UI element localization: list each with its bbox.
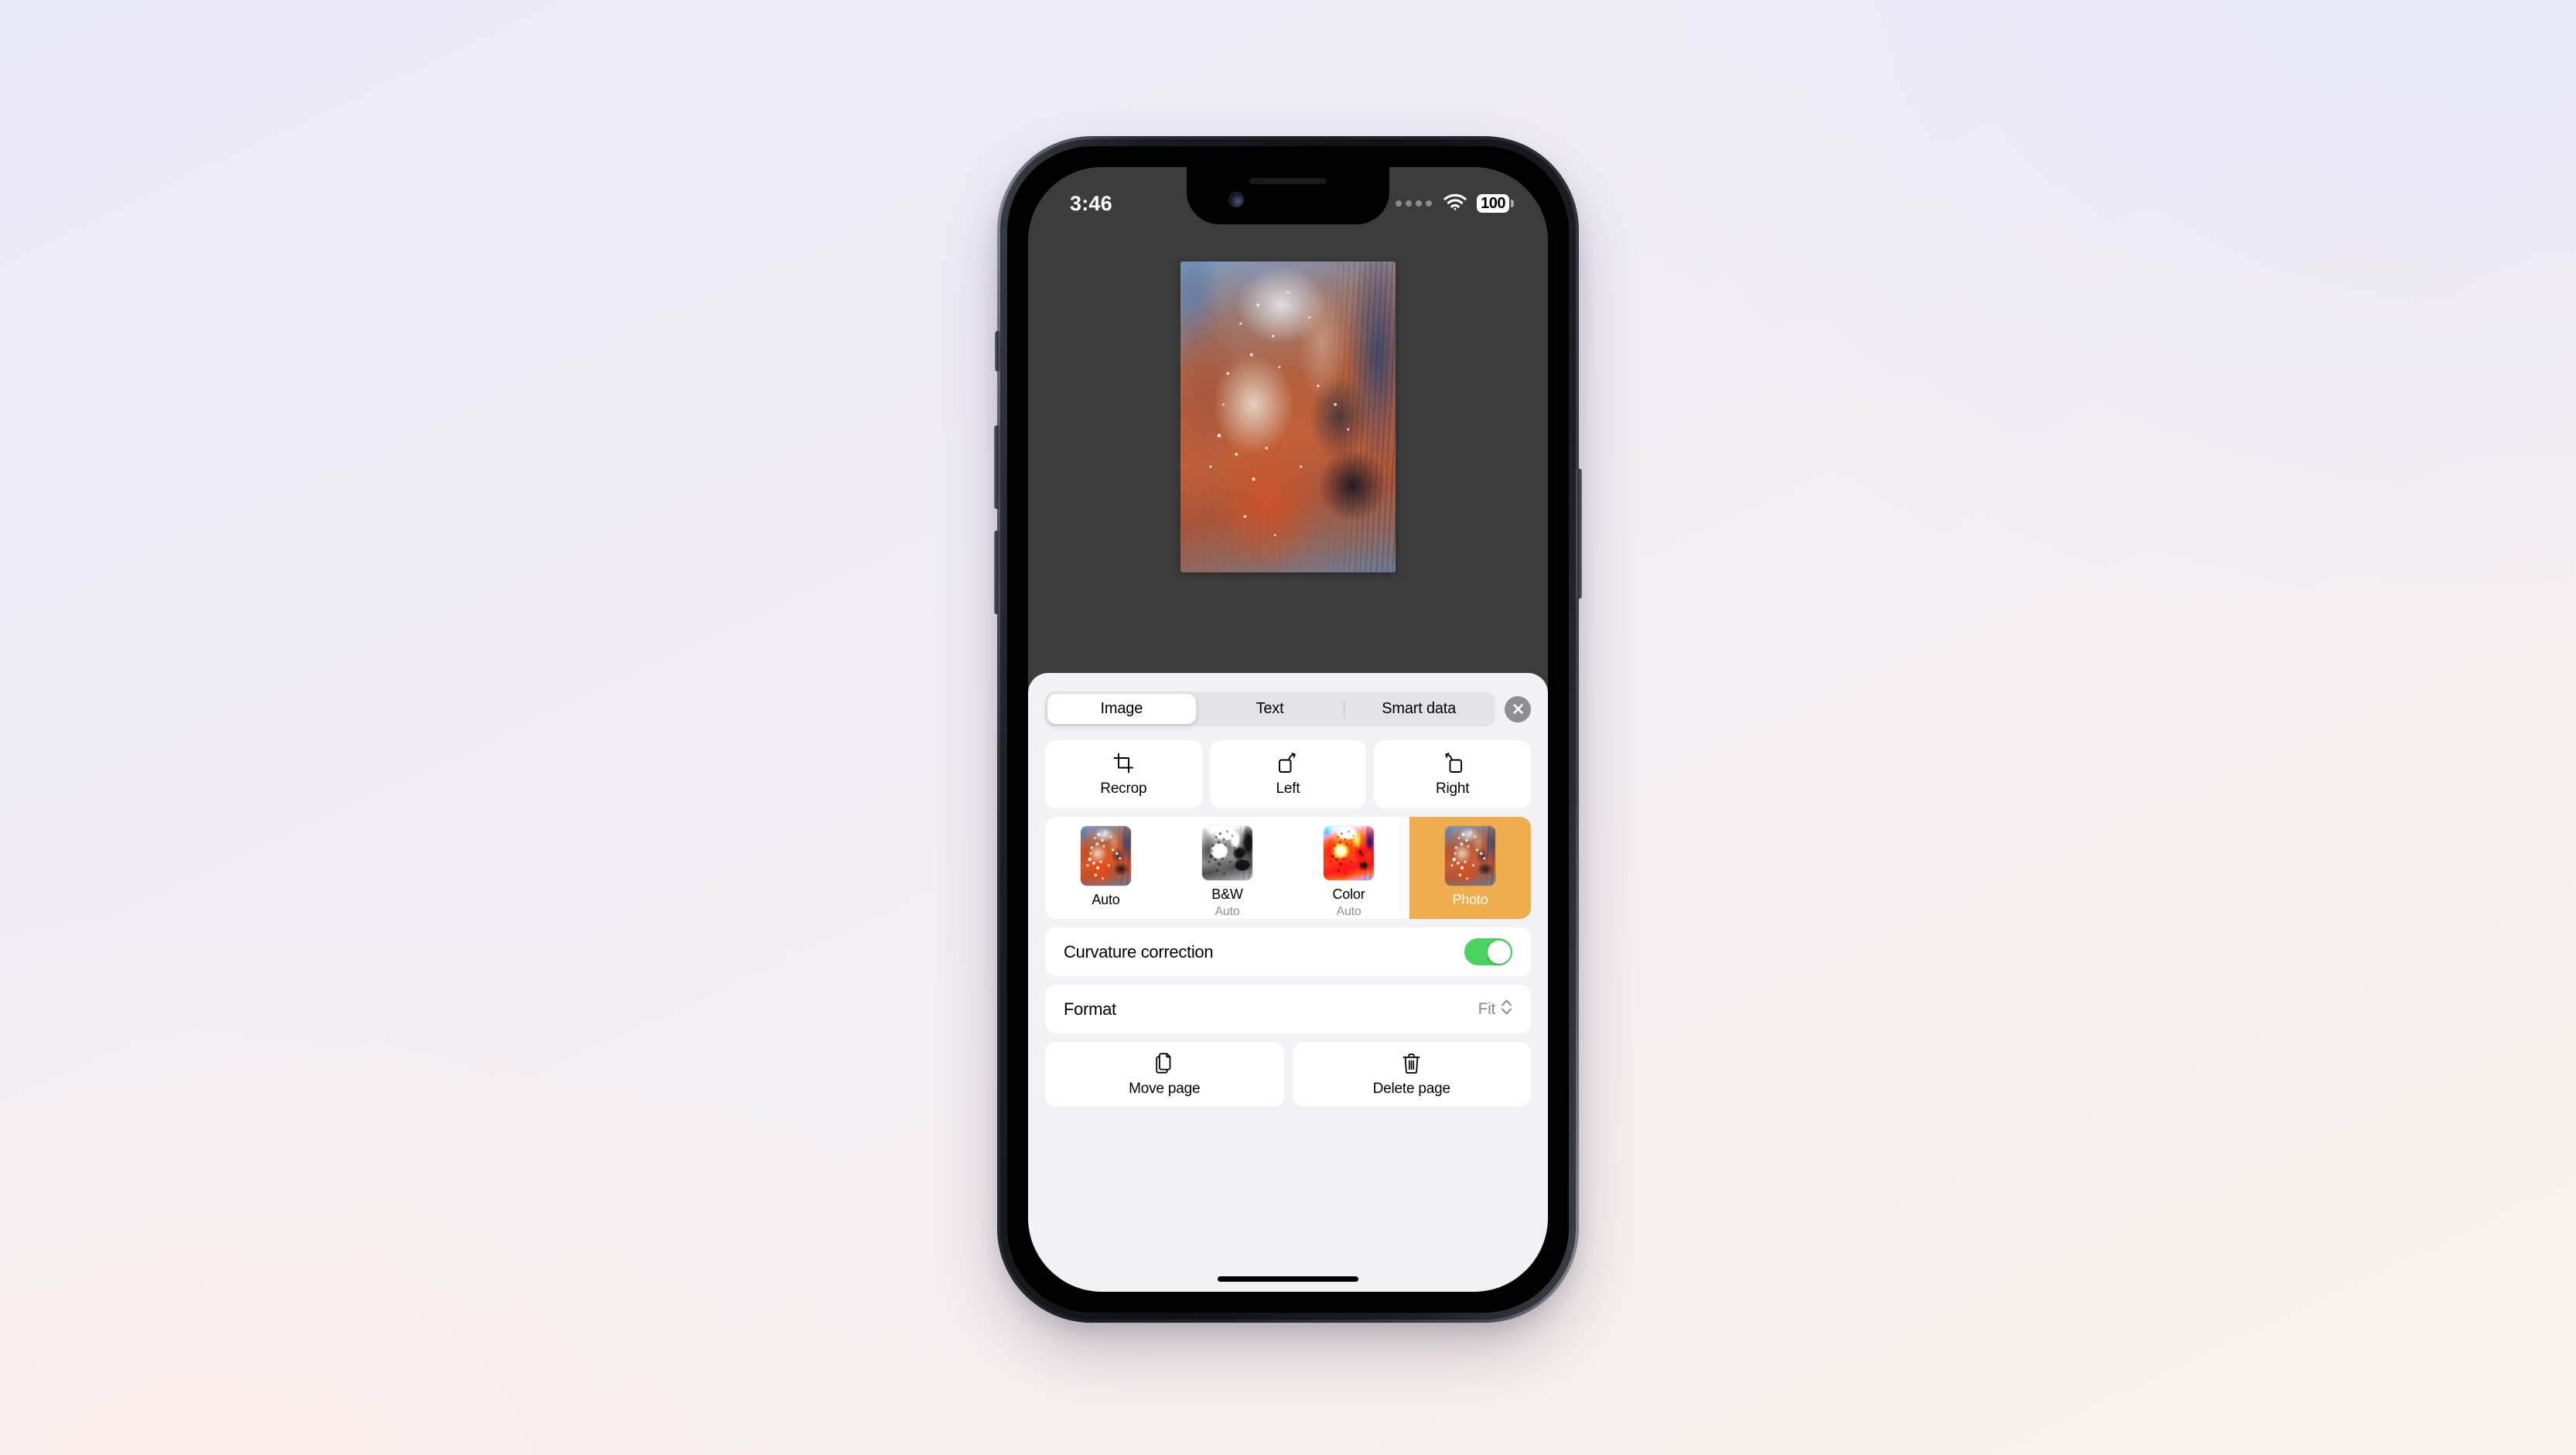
- delete-page-button[interactable]: Delete page: [1292, 1042, 1531, 1107]
- tab-image-label: Image: [1100, 700, 1143, 717]
- phone-screen: 3:46 100 Image Text Smart data Recrop Le…: [1028, 167, 1548, 1292]
- crop-icon: [1113, 752, 1134, 775]
- filter-photo[interactable]: Photo: [1409, 817, 1531, 919]
- tab-text-label: Text: [1256, 700, 1284, 717]
- filter-color-sublabel: Auto: [1336, 905, 1361, 918]
- delete-page-label: Delete page: [1372, 1080, 1450, 1097]
- rotate-left-icon: [1277, 752, 1300, 775]
- phone-frame: 3:46 100 Image Text Smart data Recrop Le…: [997, 136, 1579, 1323]
- page-preview-image[interactable]: [1180, 261, 1396, 572]
- silent-switch-button[interactable]: [995, 331, 1000, 371]
- recrop-label: Recrop: [1100, 780, 1147, 797]
- close-icon: [1512, 702, 1525, 716]
- cellular-dots-icon: [1396, 200, 1433, 207]
- tab-image[interactable]: Image: [1047, 694, 1196, 724]
- chevron-up-down-icon: [1501, 998, 1512, 1020]
- curvature-correction-toggle[interactable]: [1464, 938, 1512, 965]
- sheet-header: Image Text Smart data: [1045, 673, 1531, 726]
- filter-photo-label: Photo: [1452, 892, 1488, 907]
- edit-options-sheet: Image Text Smart data Recrop Left Right …: [1028, 673, 1548, 1292]
- status-bar-time: 3:46: [1070, 191, 1112, 215]
- filter-auto-thumbnail: [1080, 825, 1132, 886]
- mode-segmented-control[interactable]: Image Text Smart data: [1045, 692, 1495, 726]
- front-camera-icon: [1228, 192, 1244, 207]
- rotate-left-button[interactable]: Left: [1209, 740, 1367, 808]
- phone-bezel: 3:46 100 Image Text Smart data Recrop Le…: [1007, 146, 1569, 1313]
- format-value: Fit: [1478, 999, 1496, 1018]
- battery-icon: 100: [1477, 194, 1514, 213]
- trash-icon: [1402, 1052, 1421, 1075]
- curvature-correction-label: Curvature correction: [1064, 941, 1214, 961]
- filter-bw-sublabel: Auto: [1215, 905, 1240, 918]
- page-actions-row: Move page Delete page: [1045, 1042, 1531, 1107]
- filter-auto-label: Auto: [1092, 892, 1120, 907]
- image-actions-row: Recrop Left Right: [1045, 740, 1532, 808]
- recrop-button[interactable]: Recrop: [1045, 740, 1202, 808]
- filter-photo-thumbnail: [1444, 825, 1496, 886]
- rotate-right-button[interactable]: Right: [1374, 740, 1532, 808]
- format-label: Format: [1064, 999, 1116, 1019]
- tab-smart-data[interactable]: Smart data: [1344, 694, 1493, 724]
- wifi-icon: [1443, 193, 1467, 214]
- battery-level-label: 100: [1477, 194, 1509, 213]
- filter-color-thumbnail: [1323, 825, 1375, 881]
- notch: [1187, 167, 1389, 224]
- filter-bw-thumbnail: [1201, 825, 1253, 881]
- tab-text[interactable]: Text: [1196, 694, 1344, 724]
- rotate-right-label: Right: [1436, 780, 1470, 797]
- rotate-right-icon: [1441, 752, 1464, 775]
- earpiece-speaker-icon: [1249, 178, 1327, 184]
- home-indicator[interactable]: [1218, 1276, 1358, 1282]
- phone-mockup: 3:46 100 Image Text Smart data Recrop Le…: [994, 136, 1582, 1323]
- tab-smart-data-label: Smart data: [1382, 700, 1457, 717]
- move-page-label: Move page: [1129, 1080, 1201, 1097]
- filter-bw-label: B&W: [1211, 886, 1243, 902]
- format-row[interactable]: Format Fit: [1045, 985, 1531, 1033]
- power-button[interactable]: [1576, 469, 1582, 599]
- move-page-button[interactable]: Move page: [1045, 1042, 1284, 1107]
- close-sheet-button[interactable]: [1505, 695, 1531, 722]
- filter-auto[interactable]: Auto: [1045, 817, 1167, 919]
- filter-presets-row: Auto B&W Auto Color Auto Photo: [1045, 817, 1531, 919]
- volume-down-button[interactable]: [994, 531, 1000, 614]
- filter-color[interactable]: Color Auto: [1288, 817, 1409, 919]
- toggle-knob: [1487, 940, 1511, 964]
- volume-up-button[interactable]: [994, 425, 1000, 509]
- curvature-correction-row[interactable]: Curvature correction: [1045, 927, 1531, 976]
- filter-bw[interactable]: B&W Auto: [1167, 817, 1288, 919]
- filter-color-label: Color: [1332, 886, 1365, 902]
- duplicate-document-icon: [1154, 1052, 1175, 1075]
- rotate-left-label: Left: [1276, 780, 1300, 797]
